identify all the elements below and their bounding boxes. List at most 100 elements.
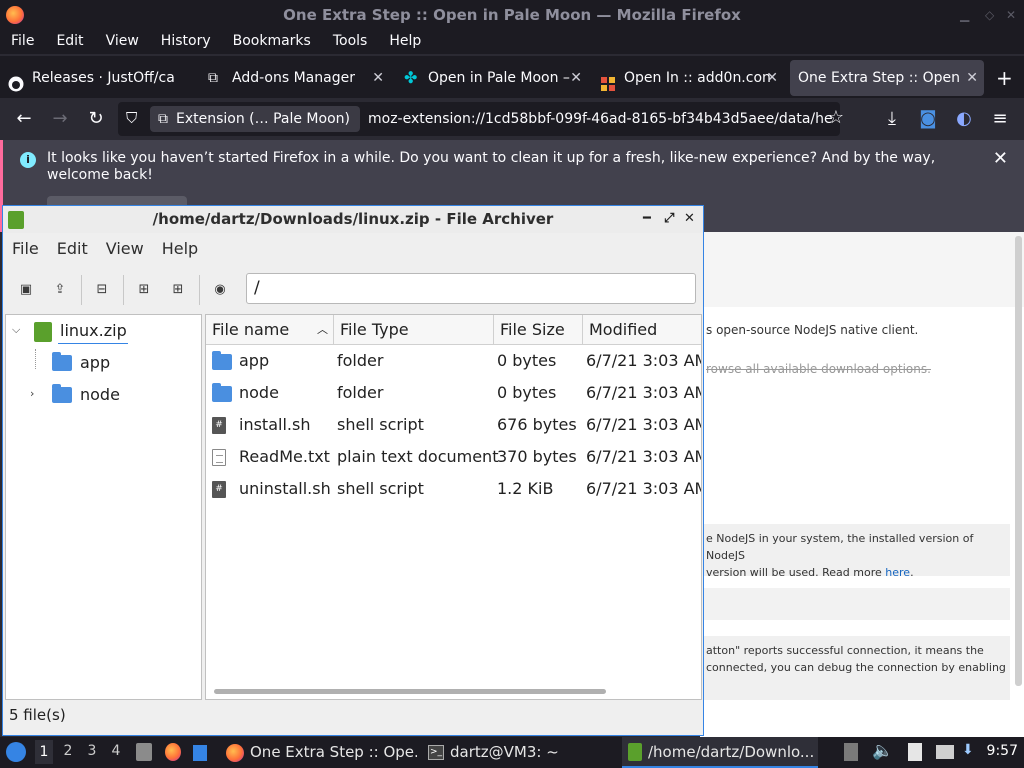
new-tab-button[interactable]: +	[990, 60, 1020, 96]
file-manager-icon[interactable]	[136, 743, 152, 761]
tree-node-node[interactable]: › node	[30, 383, 120, 404]
menu-bookmarks[interactable]: Bookmarks	[222, 30, 322, 49]
tab-addons-manager[interactable]: ⧉ Add-ons Manager ✕	[200, 60, 390, 96]
archiver-menubar: File Edit View Help	[3, 233, 703, 265]
workspace-1[interactable]: 1	[35, 740, 53, 764]
table-row[interactable]: ReadMe.txt plain text document 370 bytes…	[206, 441, 701, 473]
table-row[interactable]: # install.sh shell script 676 bytes 6/7/…	[206, 409, 701, 441]
menu-help[interactable]: Help	[378, 30, 432, 49]
maximize-icon[interactable]: ◇	[985, 0, 994, 30]
notification-text: It looks like you haven’t started Firefo…	[47, 150, 936, 183]
minimize-icon[interactable]: ━	[643, 206, 651, 232]
tab-strip: Releases · JustOff/ca ⧉ Add-ons Manager …	[0, 56, 1024, 98]
extract-icon[interactable]: ⇪	[49, 279, 71, 301]
shield-icon[interactable]: ⛉	[126, 109, 137, 127]
menu-edit[interactable]: Edit	[45, 30, 94, 49]
maximize-icon[interactable]: ⤢	[664, 206, 674, 232]
tab-one-extra-step[interactable]: One Extra Step :: Open ✕	[790, 60, 984, 96]
start-menu-icon[interactable]	[6, 742, 26, 762]
info-icon: i	[20, 152, 36, 168]
expand-arrow-icon[interactable]: ›	[30, 387, 34, 400]
folder-icon	[52, 383, 72, 403]
workspace-2[interactable]: 2	[59, 743, 77, 759]
terminal-icon: >_	[428, 745, 444, 760]
close-icon[interactable]: ✕	[1006, 0, 1016, 30]
sort-ascending-icon: ︿	[317, 323, 328, 336]
minimize-icon[interactable]: ▁	[960, 0, 969, 30]
tab-close-icon[interactable]: ✕	[372, 60, 384, 96]
menu-tools[interactable]: Tools	[322, 30, 379, 49]
tab-close-icon[interactable]: ✕	[570, 60, 582, 96]
table-row[interactable]: # uninstall.sh shell script 1.2 KiB 6/7/…	[206, 473, 701, 505]
close-icon[interactable]: ✕	[684, 206, 695, 232]
menu-file[interactable]: File	[0, 30, 45, 49]
table-row[interactable]: node folder 0 bytes 6/7/21 3:03 AM	[206, 377, 701, 409]
add0n-icon	[600, 70, 616, 91]
strikethrough-link[interactable]: rowse all available download options.	[706, 361, 1010, 378]
archiver-menu-help[interactable]: Help	[153, 233, 207, 258]
workspace-3[interactable]: 3	[83, 743, 101, 759]
downloads-icon[interactable]: ⤓	[878, 106, 906, 132]
collapse-arrow-icon[interactable]: ⌵	[12, 323, 20, 337]
archiver-title: /home/dartz/Downloads/linux.zip - File A…	[152, 210, 554, 228]
file-list-header: File name ︿ File Type File Size Modified	[206, 315, 701, 345]
column-file-name[interactable]: File name ︿	[206, 315, 334, 345]
extension-identity-chip[interactable]: ⧉ Extension (… Pale Moon)	[150, 106, 360, 132]
tab-close-icon[interactable]: ✕	[766, 60, 778, 96]
workspace-4[interactable]: 4	[107, 743, 125, 759]
firefox-titlebar: One Extra Step :: Open in Pale Moon — Mo…	[0, 0, 1024, 30]
url-bar[interactable]: ⛉ ⧉ Extension (… Pale Moon) moz-extensio…	[118, 102, 844, 136]
add-file-icon[interactable]: ⊞	[133, 279, 155, 301]
clock: 9:57	[986, 743, 1018, 759]
tab-close-icon[interactable]: ✕	[966, 60, 978, 96]
reload-icon[interactable]: ↻	[82, 106, 110, 132]
horizontal-scrollbar[interactable]	[214, 689, 606, 694]
extension-camera-icon[interactable]: ◙	[914, 106, 942, 132]
here-link[interactable]: here	[885, 566, 910, 579]
location-input[interactable]: /	[246, 273, 696, 304]
update-icon[interactable]: ⬇	[962, 742, 974, 758]
column-file-size[interactable]: File Size	[494, 315, 583, 345]
folder-icon	[212, 383, 232, 402]
clipboard-icon[interactable]	[908, 743, 922, 761]
extension-globe-icon[interactable]: ◐	[950, 106, 978, 132]
page-scrollbar[interactable]	[1015, 236, 1022, 686]
file-list: File name ︿ File Type File Size Modified …	[205, 314, 702, 700]
shell-script-icon: #	[212, 481, 226, 498]
taskbar-task-file-archiver[interactable]: /home/dartz/Downlo...	[622, 737, 818, 768]
tree-node-app[interactable]: app	[52, 351, 110, 372]
table-row[interactable]: app folder 0 bytes 6/7/21 3:03 AM	[206, 345, 701, 377]
tree-node-linux-zip[interactable]: ⌵ linux.zip	[12, 321, 128, 344]
url-text[interactable]: moz-extension://1cd58bbf-099f-46ad-8165-…	[368, 102, 838, 136]
status-bar-text: 5 file(s)	[9, 706, 66, 724]
volume-icon[interactable]: 🔈	[872, 741, 893, 761]
tab-open-in-pale-moon[interactable]: ✤ Open in Pale Moon – ✕	[396, 60, 588, 96]
stop-icon[interactable]: ◉	[209, 279, 231, 301]
folder-tree: ⌵ linux.zip app › node	[5, 314, 202, 700]
bookmark-star-icon[interactable]: ☆	[828, 107, 844, 128]
archiver-menu-file[interactable]: File	[3, 233, 48, 258]
add-folder-icon[interactable]: ⊞	[167, 279, 189, 301]
firefox-launcher-icon[interactable]	[165, 743, 181, 761]
hamburger-menu-icon[interactable]: ≡	[986, 106, 1014, 132]
menu-history[interactable]: History	[150, 30, 222, 49]
puzzle-icon: ⧉	[158, 111, 168, 127]
taskbar-task-firefox[interactable]: One Extra Step :: Ope...	[222, 737, 417, 768]
tab-releases[interactable]: Releases · JustOff/ca	[0, 60, 196, 96]
tab-open-in-add0n[interactable]: Open In :: add0n.con ✕	[592, 60, 784, 96]
taskbar-task-terminal[interactable]: >_ dartz@VM3: ~	[424, 737, 619, 768]
trash-icon[interactable]	[844, 743, 858, 761]
forward-icon[interactable]: →	[46, 106, 74, 132]
new-archive-icon[interactable]: ▣	[15, 279, 37, 301]
terminal-launcher-icon[interactable]	[193, 745, 207, 761]
archive-app-icon	[628, 743, 642, 761]
archiver-menu-edit[interactable]: Edit	[48, 233, 97, 258]
back-icon[interactable]: ←	[10, 106, 38, 132]
archiver-menu-view[interactable]: View	[97, 233, 153, 258]
notification-close-icon[interactable]: ✕	[993, 148, 1008, 169]
archive-properties-icon[interactable]: ⊟	[91, 279, 113, 301]
column-file-type[interactable]: File Type	[334, 315, 494, 345]
menu-view[interactable]: View	[95, 30, 150, 49]
network-icon[interactable]	[936, 745, 954, 759]
column-modified[interactable]: Modified	[583, 315, 701, 345]
